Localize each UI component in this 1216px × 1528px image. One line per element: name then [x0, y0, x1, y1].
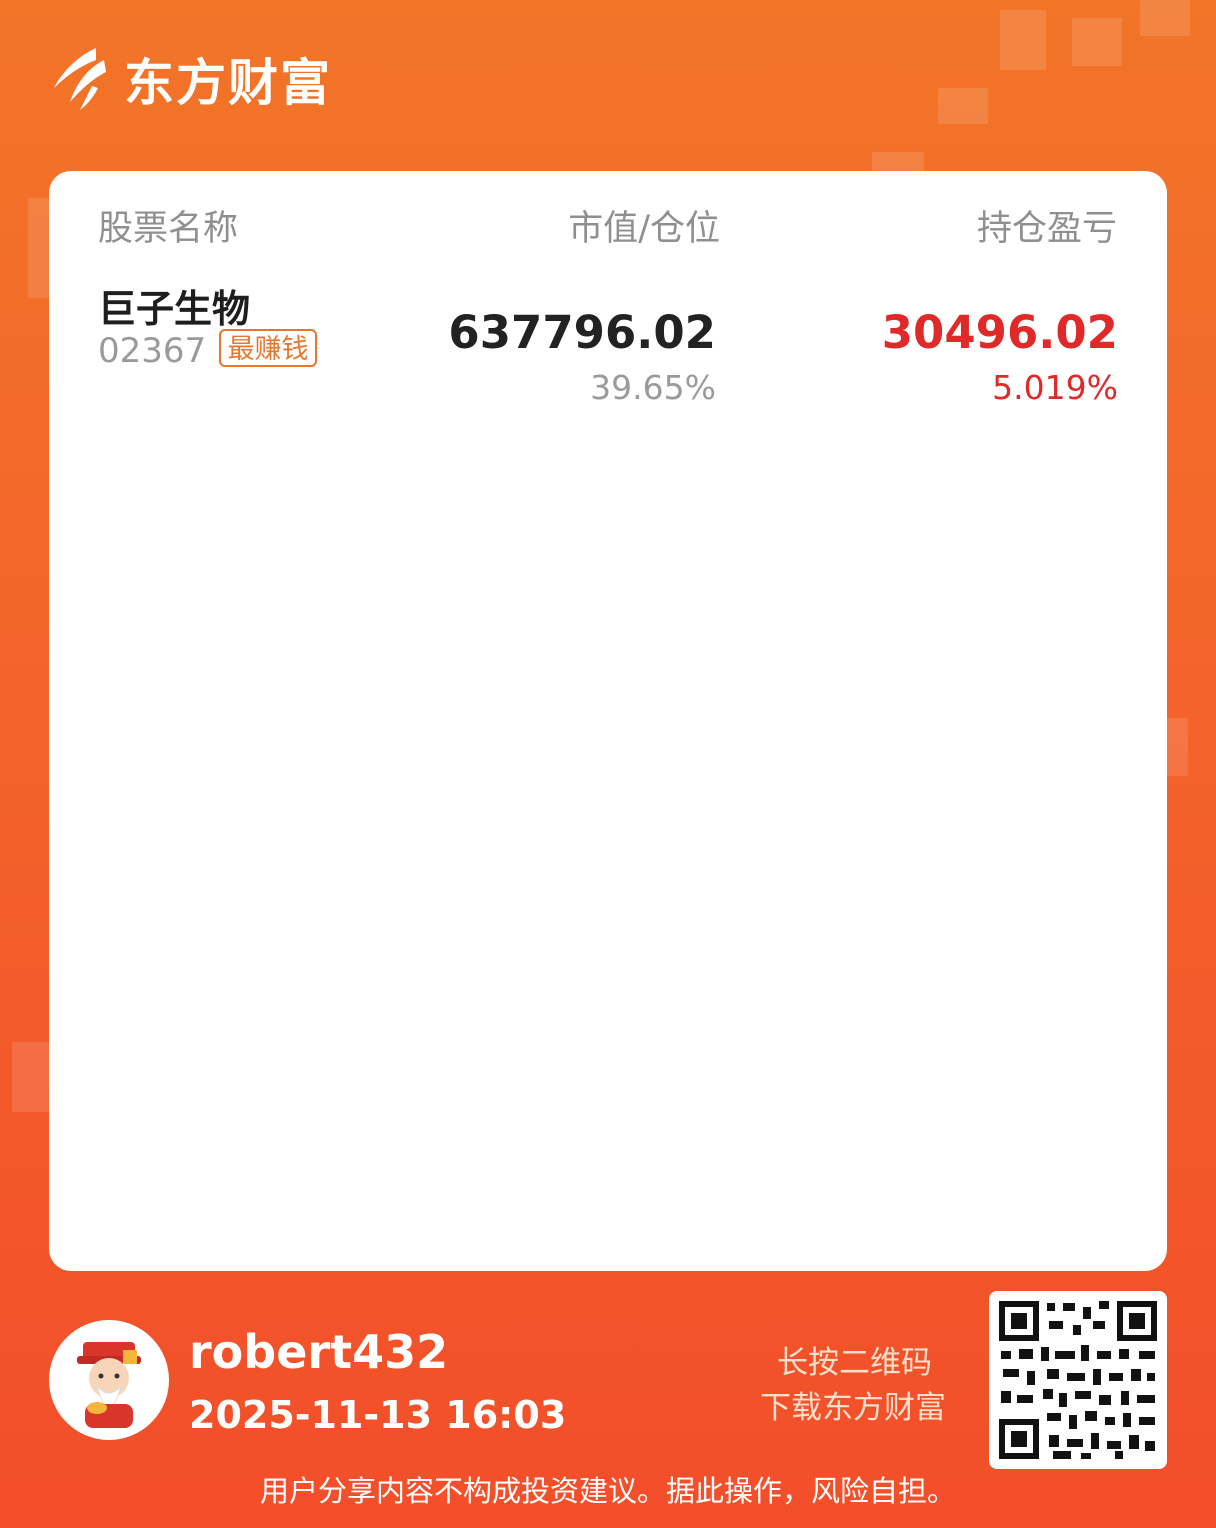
qr-prompt-line1: 长按二维码 [777, 1345, 932, 1381]
profit-amount: 30496.02 [881, 306, 1118, 359]
qr-code-icon [999, 1301, 1157, 1459]
stock-name[interactable]: 巨子生物 [98, 278, 250, 333]
market-value: 637796.02 [448, 306, 716, 359]
position-percent: 39.65% [590, 368, 716, 407]
fortune-god-avatar-icon [77, 1342, 141, 1428]
header-stock-name: 股票名称 [98, 209, 239, 249]
brand-mark-icon [54, 48, 106, 110]
qr-prompt-line2: 下载东方财富 [760, 1390, 946, 1426]
background-candle [1072, 18, 1122, 66]
share-datetime: 2025-11-13 16:03 [189, 1393, 567, 1437]
background-candle [1166, 718, 1188, 776]
username: robert432 [189, 1325, 449, 1379]
background-candle [12, 1042, 49, 1112]
brand-logo: 东方财富 [48, 46, 332, 112]
stock-code: 02367 [98, 331, 207, 371]
background-candle [938, 88, 988, 124]
top-earner-badge: 最赚钱 [219, 329, 317, 367]
background-candle [1000, 10, 1046, 70]
risk-disclaimer: 用户分享内容不构成投资建议。据此操作，风险自担。 [259, 1474, 956, 1508]
header-market-value: 市值/仓位 [568, 209, 720, 249]
brand-name: 东方财富 [124, 54, 332, 112]
profit-percent: 5.019% [992, 368, 1118, 407]
background-candle [872, 152, 924, 172]
download-qr-code[interactable] [989, 1291, 1167, 1469]
background-candle [1140, 0, 1190, 36]
header-profit-loss: 持仓盈亏 [976, 209, 1117, 249]
avatar [49, 1320, 169, 1440]
